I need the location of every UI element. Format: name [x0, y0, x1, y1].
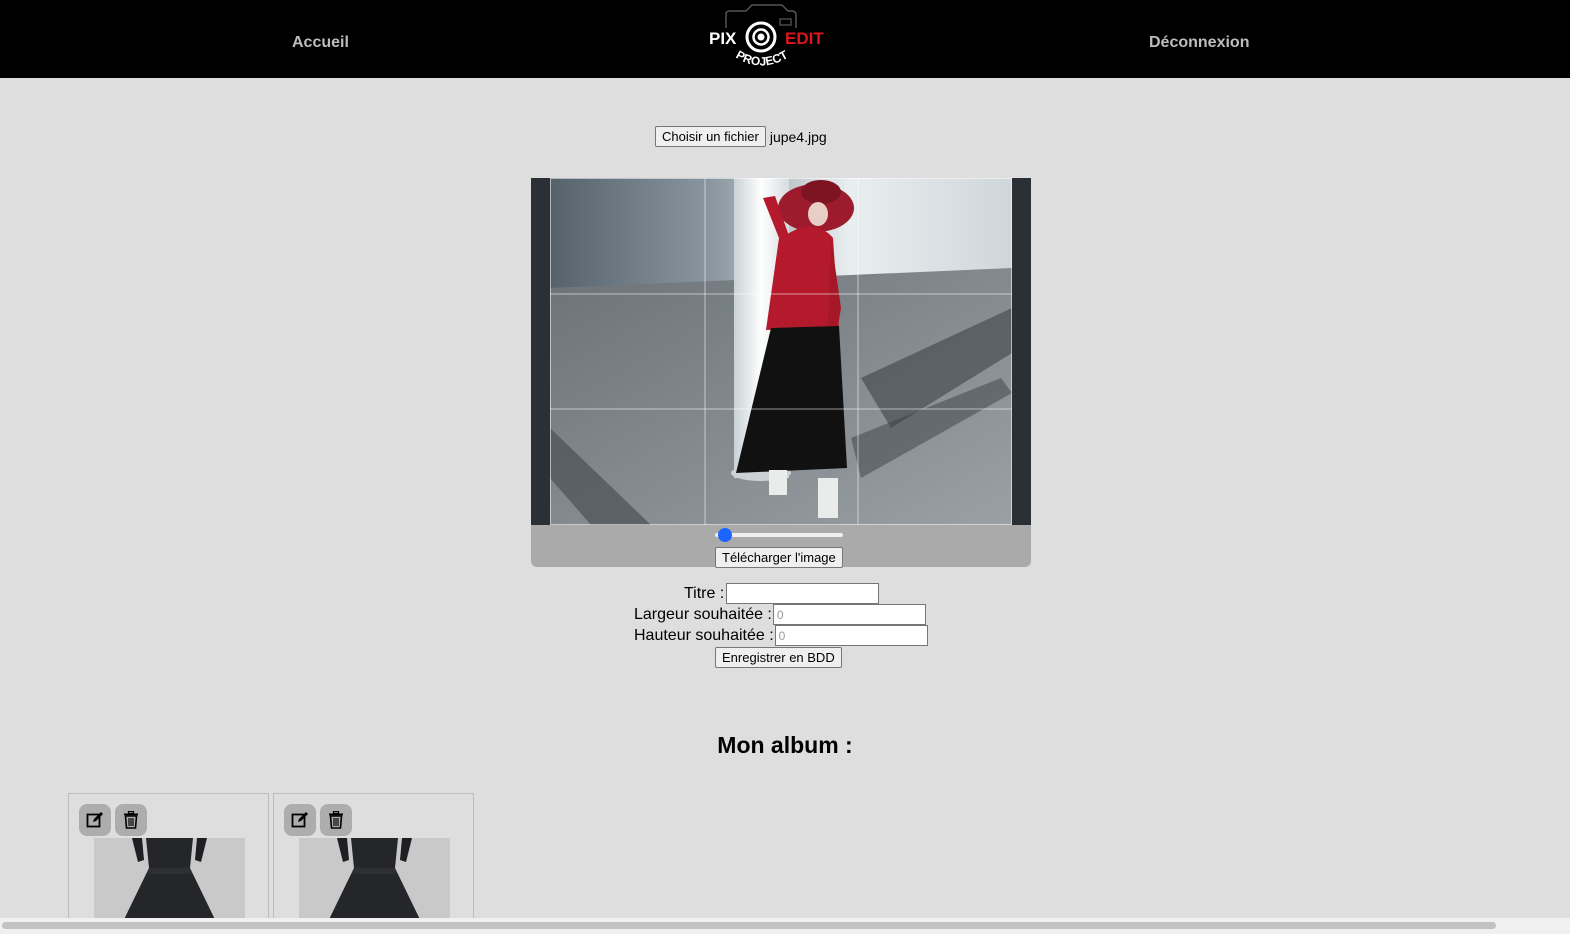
edit-icon — [291, 812, 308, 828]
edit-icon — [86, 812, 103, 828]
height-row: Hauteur souhaitée : — [634, 625, 928, 646]
camera-flash — [779, 18, 792, 26]
logo-edit-text: EDIT — [785, 29, 824, 48]
choose-file-button[interactable]: Choisir un fichier — [655, 126, 766, 147]
photo-area — [550, 178, 1012, 525]
zoom-slider-thumb[interactable] — [718, 528, 732, 542]
zoom-slider[interactable] — [715, 528, 845, 542]
scrollbar-thumb[interactable] — [2, 922, 1496, 929]
album-item — [273, 793, 474, 933]
height-input[interactable] — [774, 625, 928, 646]
delete-button[interactable] — [320, 804, 352, 836]
edit-button[interactable] — [79, 804, 111, 836]
edited-photo — [531, 178, 1031, 525]
width-label: Largeur souhaitée : — [634, 605, 772, 623]
pix-edit-logo[interactable]: PIX EDIT PROJECT — [706, 2, 828, 74]
trash-icon — [124, 811, 138, 829]
download-image-button[interactable]: Télécharger l'image — [715, 547, 843, 568]
logo-pix-text: PIX — [709, 29, 737, 48]
album-item — [68, 793, 269, 933]
camera-lens-center — [757, 33, 765, 41]
width-input[interactable] — [772, 604, 926, 625]
crop-canvas[interactable] — [531, 178, 1031, 525]
top-navbar: Accueil PIX EDIT PROJECT Déconnexion — [0, 0, 1570, 78]
edit-button[interactable] — [284, 804, 316, 836]
title-label: Titre : — [684, 584, 725, 602]
width-row: Largeur souhaitée : — [634, 604, 926, 625]
horizontal-scrollbar[interactable] — [0, 918, 1570, 934]
file-input[interactable]: Choisir un fichier jupe4.jpg — [655, 126, 827, 147]
trash-icon — [329, 811, 343, 829]
zoom-slider-track — [715, 533, 843, 537]
nav-logout-link[interactable]: Déconnexion — [1149, 34, 1249, 52]
save-to-db-button[interactable]: Enregistrer en BDD — [715, 647, 842, 668]
selected-file-name: jupe4.jpg — [769, 128, 827, 145]
image-editor-panel: Télécharger l'image — [531, 178, 1031, 568]
height-label: Hauteur souhaitée : — [634, 626, 774, 644]
nav-home-link[interactable]: Accueil — [292, 34, 349, 52]
title-row: Titre : — [684, 583, 880, 604]
album-heading: Mon album : — [717, 732, 853, 758]
title-input[interactable] — [726, 583, 880, 604]
delete-button[interactable] — [115, 804, 147, 836]
